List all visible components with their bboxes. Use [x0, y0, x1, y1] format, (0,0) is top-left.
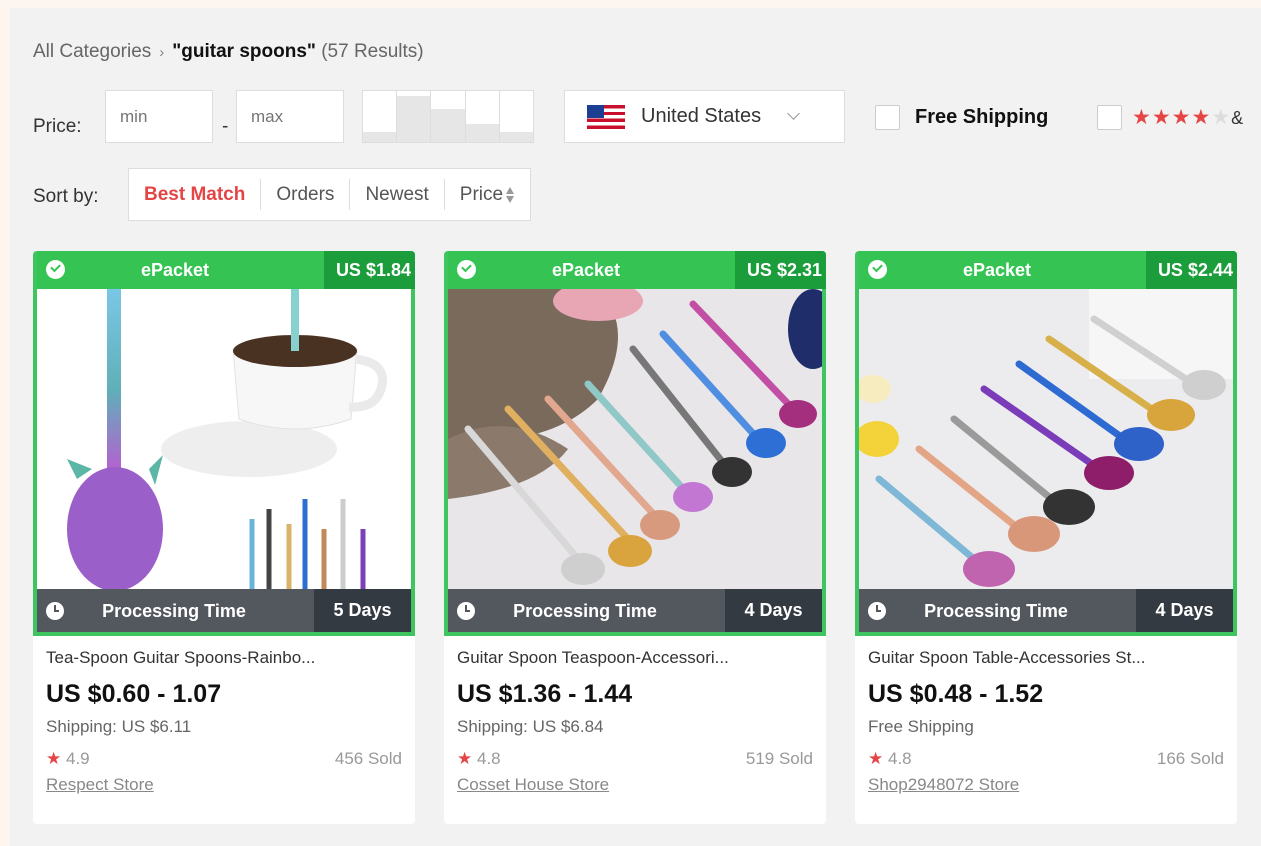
store-link[interactable]: Cosset House Store [457, 775, 813, 795]
breadcrumb-separator: › [159, 44, 165, 61]
product-image[interactable] [448, 289, 822, 589]
product-shipping: Shipping: US $6.11 [46, 717, 192, 736]
sold-count: 166 Sold [1156, 749, 1224, 768]
sort-orders[interactable]: Orders [260, 179, 349, 210]
histogram-bar[interactable] [397, 91, 432, 142]
product-shipping: Free Shipping [868, 717, 974, 736]
star-icons-filled: ★★★★ [1132, 106, 1212, 129]
processing-days: 4 Days [1136, 589, 1233, 632]
star-icon: ★ [868, 749, 884, 768]
product-info: Guitar Spoon Teaspoon-Accessori... US $1… [457, 648, 813, 795]
free-shipping-label[interactable]: Free Shipping [915, 106, 1048, 129]
rating-and-up: & [1231, 108, 1245, 128]
processing-time-banner: Processing Time 4 Days [859, 589, 1233, 632]
star-icon: ★ [457, 749, 473, 768]
rating-value: 4.8 [476, 749, 501, 768]
product-info: Tea-Spoon Guitar Spoons-Rainbo... US $0.… [46, 648, 402, 795]
product-rating: ★ 4.8 [457, 749, 501, 769]
product-meta: ★ 4.9 456 Sold [46, 749, 402, 769]
product-image[interactable] [859, 289, 1233, 589]
product-info: Guitar Spoon Table-Accessories St... US … [868, 648, 1224, 795]
product-image[interactable] [37, 289, 411, 589]
free-shipping-checkbox[interactable] [875, 105, 900, 130]
product-price: US $1.36 - 1.44 [457, 680, 633, 708]
price-max-input[interactable] [236, 90, 344, 143]
star-icon-empty: ★ [1211, 106, 1232, 129]
search-query: "guitar spoons" [172, 41, 316, 62]
product-meta: ★ 4.8 166 Sold [868, 749, 1224, 769]
product-title[interactable]: Guitar Spoon Teaspoon-Accessori... [457, 648, 797, 668]
search-results-panel: All Categories › "guitar spoons" (57 Resul… [10, 8, 1261, 846]
rating-value: 4.9 [65, 749, 90, 768]
product-shipping: Shipping: US $6.84 [457, 717, 604, 736]
sort-price-label: Price [459, 184, 504, 205]
country-name: United States [641, 105, 762, 127]
star-icon: ★ [46, 749, 62, 768]
product-meta: ★ 4.8 519 Sold [457, 749, 813, 769]
sold-count: 519 Sold [745, 749, 813, 768]
product-media[interactable]: ePacket US $1.84 Processing Time 5 Days [33, 251, 415, 636]
product-card[interactable]: ePacket US $2.31 Processing Time 4 Days … [444, 251, 826, 824]
product-title[interactable]: Guitar Spoon Table-Accessories St... [868, 648, 1208, 668]
epacket-label: ePacket [551, 260, 621, 280]
result-count: (57 Results) [321, 41, 424, 62]
epacket-price: US $2.44 [1145, 251, 1237, 289]
histogram-bar[interactable] [363, 91, 398, 142]
processing-time-label: Processing Time [513, 601, 657, 621]
processing-time-banner: Processing Time 4 Days [448, 589, 822, 632]
breadcrumb-all-categories[interactable]: All Categories [33, 41, 151, 62]
processing-days: 5 Days [314, 589, 411, 632]
sort-price[interactable]: Price [443, 179, 530, 210]
store-link[interactable]: Shop2948072 Store [868, 775, 1224, 795]
sold-count: 456 Sold [334, 749, 402, 768]
sort-options: Best Match Orders Newest Price [128, 168, 532, 221]
product-rating: ★ 4.8 [868, 749, 912, 769]
processing-time-label: Processing Time [102, 601, 246, 621]
product-price: US $0.48 - 1.52 [868, 680, 1044, 708]
price-dash: - [222, 116, 229, 137]
ship-to-country-select[interactable]: United States [564, 90, 845, 143]
histogram-bar[interactable] [499, 91, 534, 142]
price-label: Price: [33, 116, 82, 137]
histogram-bar[interactable] [431, 91, 466, 142]
histogram-bar[interactable] [465, 91, 500, 142]
processing-time-label: Processing Time [924, 601, 1068, 621]
product-card[interactable]: ePacket US $2.44 Processing Time 4 Days … [855, 251, 1237, 824]
epacket-banner: ePacket US $2.31 [448, 251, 826, 289]
price-min-input[interactable] [105, 90, 213, 143]
rating-value: 4.8 [887, 749, 912, 768]
product-card[interactable]: ePacket US $1.84 Processing Time 5 Days … [33, 251, 415, 824]
breadcrumb: All Categories › "guitar spoons" (57 Resul… [33, 41, 424, 63]
epacket-banner: ePacket US $1.84 [37, 251, 415, 289]
product-rating: ★ 4.9 [46, 749, 90, 769]
chevron-down-icon [787, 107, 800, 120]
sort-label: Sort by: [33, 186, 99, 207]
epacket-price: US $1.84 [323, 251, 415, 289]
epacket-label: ePacket [962, 260, 1032, 280]
epacket-banner: ePacket US $2.44 [859, 251, 1237, 289]
rating-filter-checkbox[interactable] [1097, 105, 1122, 130]
product-media[interactable]: ePacket US $2.31 Processing Time 4 Days [444, 251, 826, 636]
product-title[interactable]: Tea-Spoon Guitar Spoons-Rainbo... [46, 648, 386, 668]
product-media[interactable]: ePacket US $2.44 Processing Time 4 Days [855, 251, 1237, 636]
rating-filter-stars[interactable]: ★★★★★& [1132, 105, 1244, 130]
epacket-label: ePacket [140, 260, 210, 280]
product-price: US $0.60 - 1.07 [46, 680, 222, 708]
sort-best-match[interactable]: Best Match [129, 179, 260, 210]
processing-time-banner: Processing Time 5 Days [37, 589, 411, 632]
store-link[interactable]: Respect Store [46, 775, 402, 795]
sort-newest[interactable]: Newest [349, 179, 443, 210]
epacket-price: US $2.31 [734, 251, 826, 289]
price-histogram[interactable] [362, 90, 534, 143]
processing-days: 4 Days [725, 589, 822, 632]
us-flag-icon [587, 104, 625, 129]
sort-arrows-icon [505, 186, 515, 204]
